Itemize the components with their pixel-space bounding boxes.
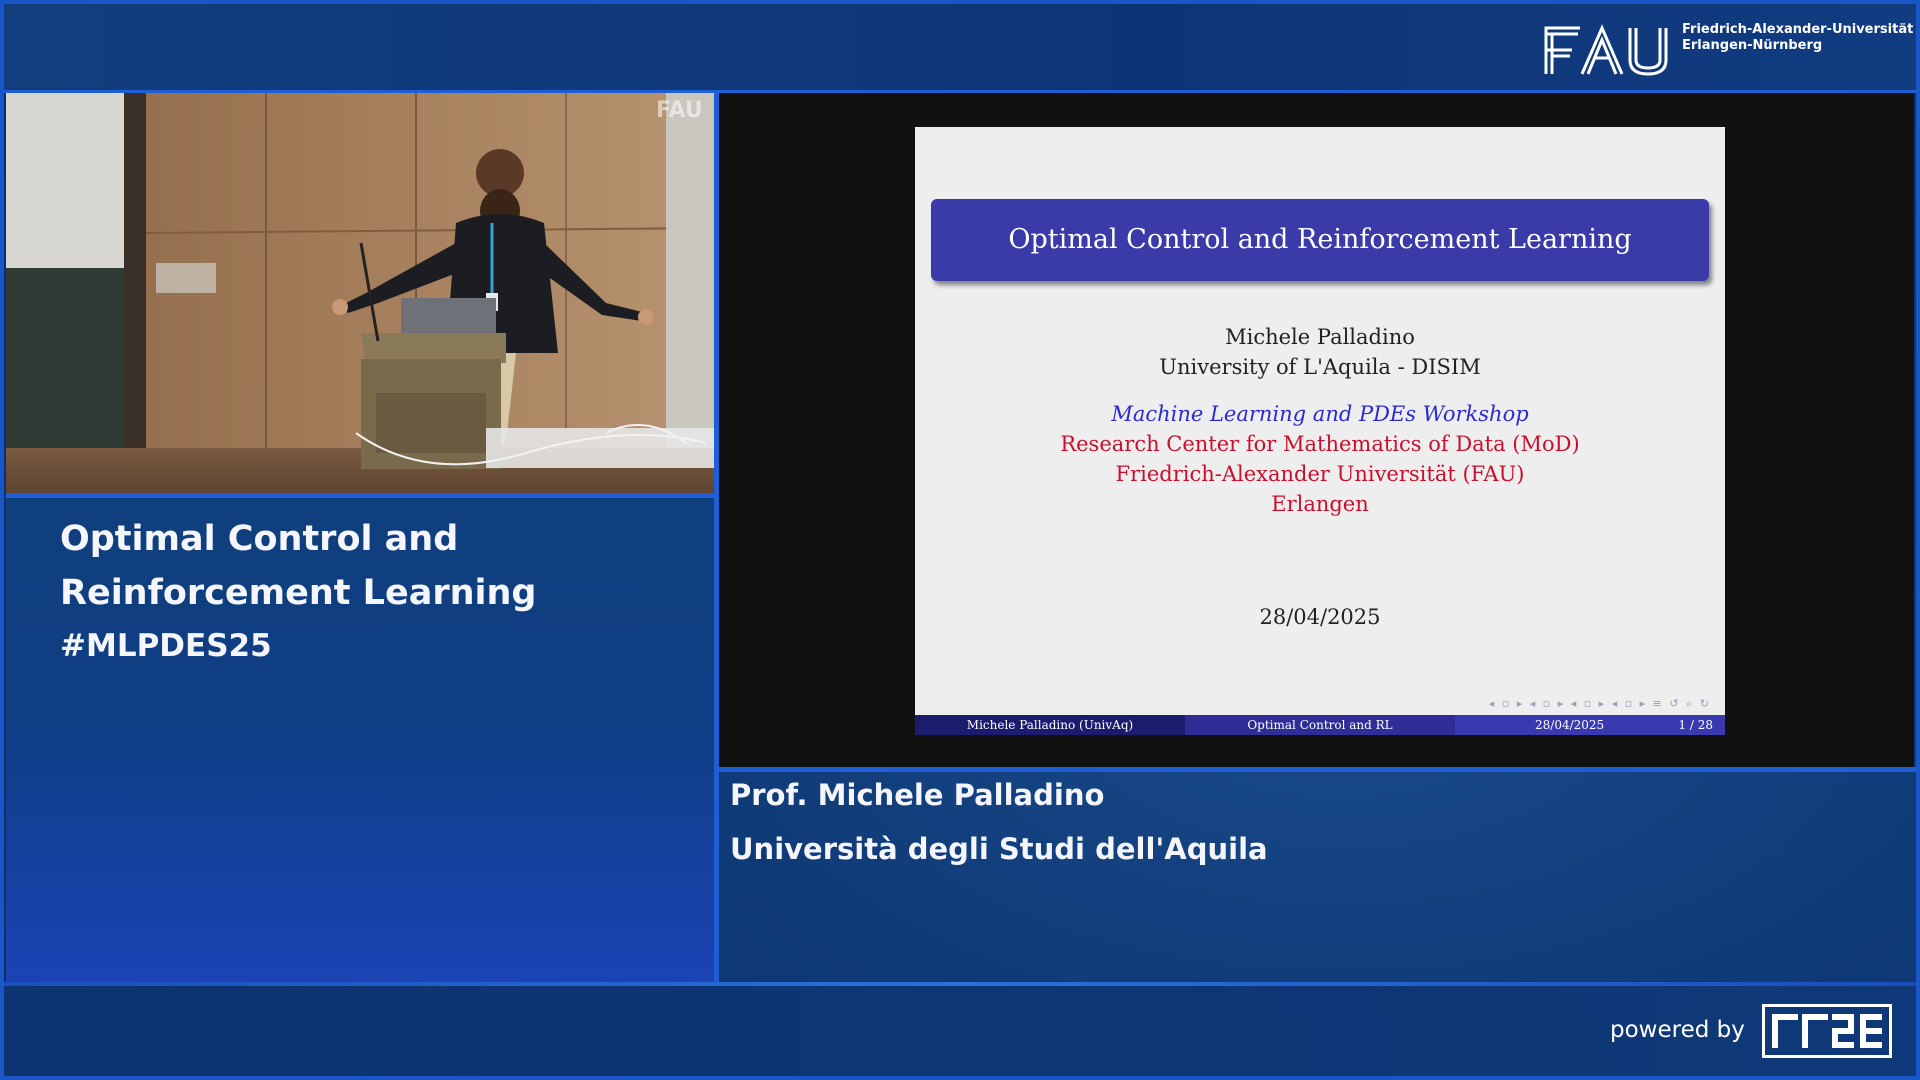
slide-footline: Michele Palladino (UnivAq) Optimal Contr… <box>915 715 1725 735</box>
slide-date: 28/04/2025 <box>1259 605 1381 629</box>
beamer-navigation-icons: ◂ ▫ ▸ ◂ ▫ ▸ ◂ ▫ ▸ ◂ ▫ ▸ ≡ ↺ ⌕ ↻ <box>1488 697 1711 710</box>
slide-research-center: Research Center for Mathematics of Data … <box>1060 432 1580 456</box>
speaker-camera-feed: FAU <box>6 93 714 493</box>
fau-logo <box>1544 24 1668 76</box>
camera-image: FAU <box>6 93 714 493</box>
slide-affiliation: University of L'Aquila - DISIM <box>1159 355 1481 379</box>
university-name-line2: Erlangen-Nürnberg <box>1682 38 1823 53</box>
speaker-name: Prof. Michele Palladino <box>730 778 1105 812</box>
footline-date: 28/04/2025 <box>1535 718 1605 732</box>
slide-title: Optimal Control and Reinforcement Learni… <box>931 199 1709 281</box>
talk-title-line1: Optimal Control and <box>60 519 459 559</box>
speaker-institution: Università degli Studi dell'Aquila <box>730 832 1268 866</box>
slide-workshop: Machine Learning and PDEs Workshop <box>1111 402 1529 426</box>
slide-author: Michele Palladino <box>1225 325 1415 349</box>
university-name-line1: Friedrich-Alexander-Universität <box>1682 22 1914 37</box>
slide-city: Erlangen <box>1271 492 1369 516</box>
talk-title-line2: Reinforcement Learning <box>60 573 537 613</box>
footline-title: Optimal Control and RL <box>1185 715 1455 735</box>
presentation-slide: Optimal Control and Reinforcement Learni… <box>915 127 1725 735</box>
camera-watermark: FAU <box>656 98 703 123</box>
event-hashtag: #MLPDES25 <box>60 628 272 664</box>
footline-right: 28/04/2025 1 / 28 <box>1455 715 1725 735</box>
rrze-logo <box>1762 1004 1892 1058</box>
talk-title: Optimal Control and Reinforcement Learni… <box>60 512 700 620</box>
university-name: Friedrich-Alexander-Universität Erlangen… <box>1682 22 1913 54</box>
footline-page: 1 / 28 <box>1678 718 1713 732</box>
powered-by-label: powered by <box>1610 1017 1745 1043</box>
slide-university: Friedrich-Alexander Universität (FAU) <box>1115 462 1525 486</box>
footline-author: Michele Palladino (UnivAq) <box>915 715 1185 735</box>
